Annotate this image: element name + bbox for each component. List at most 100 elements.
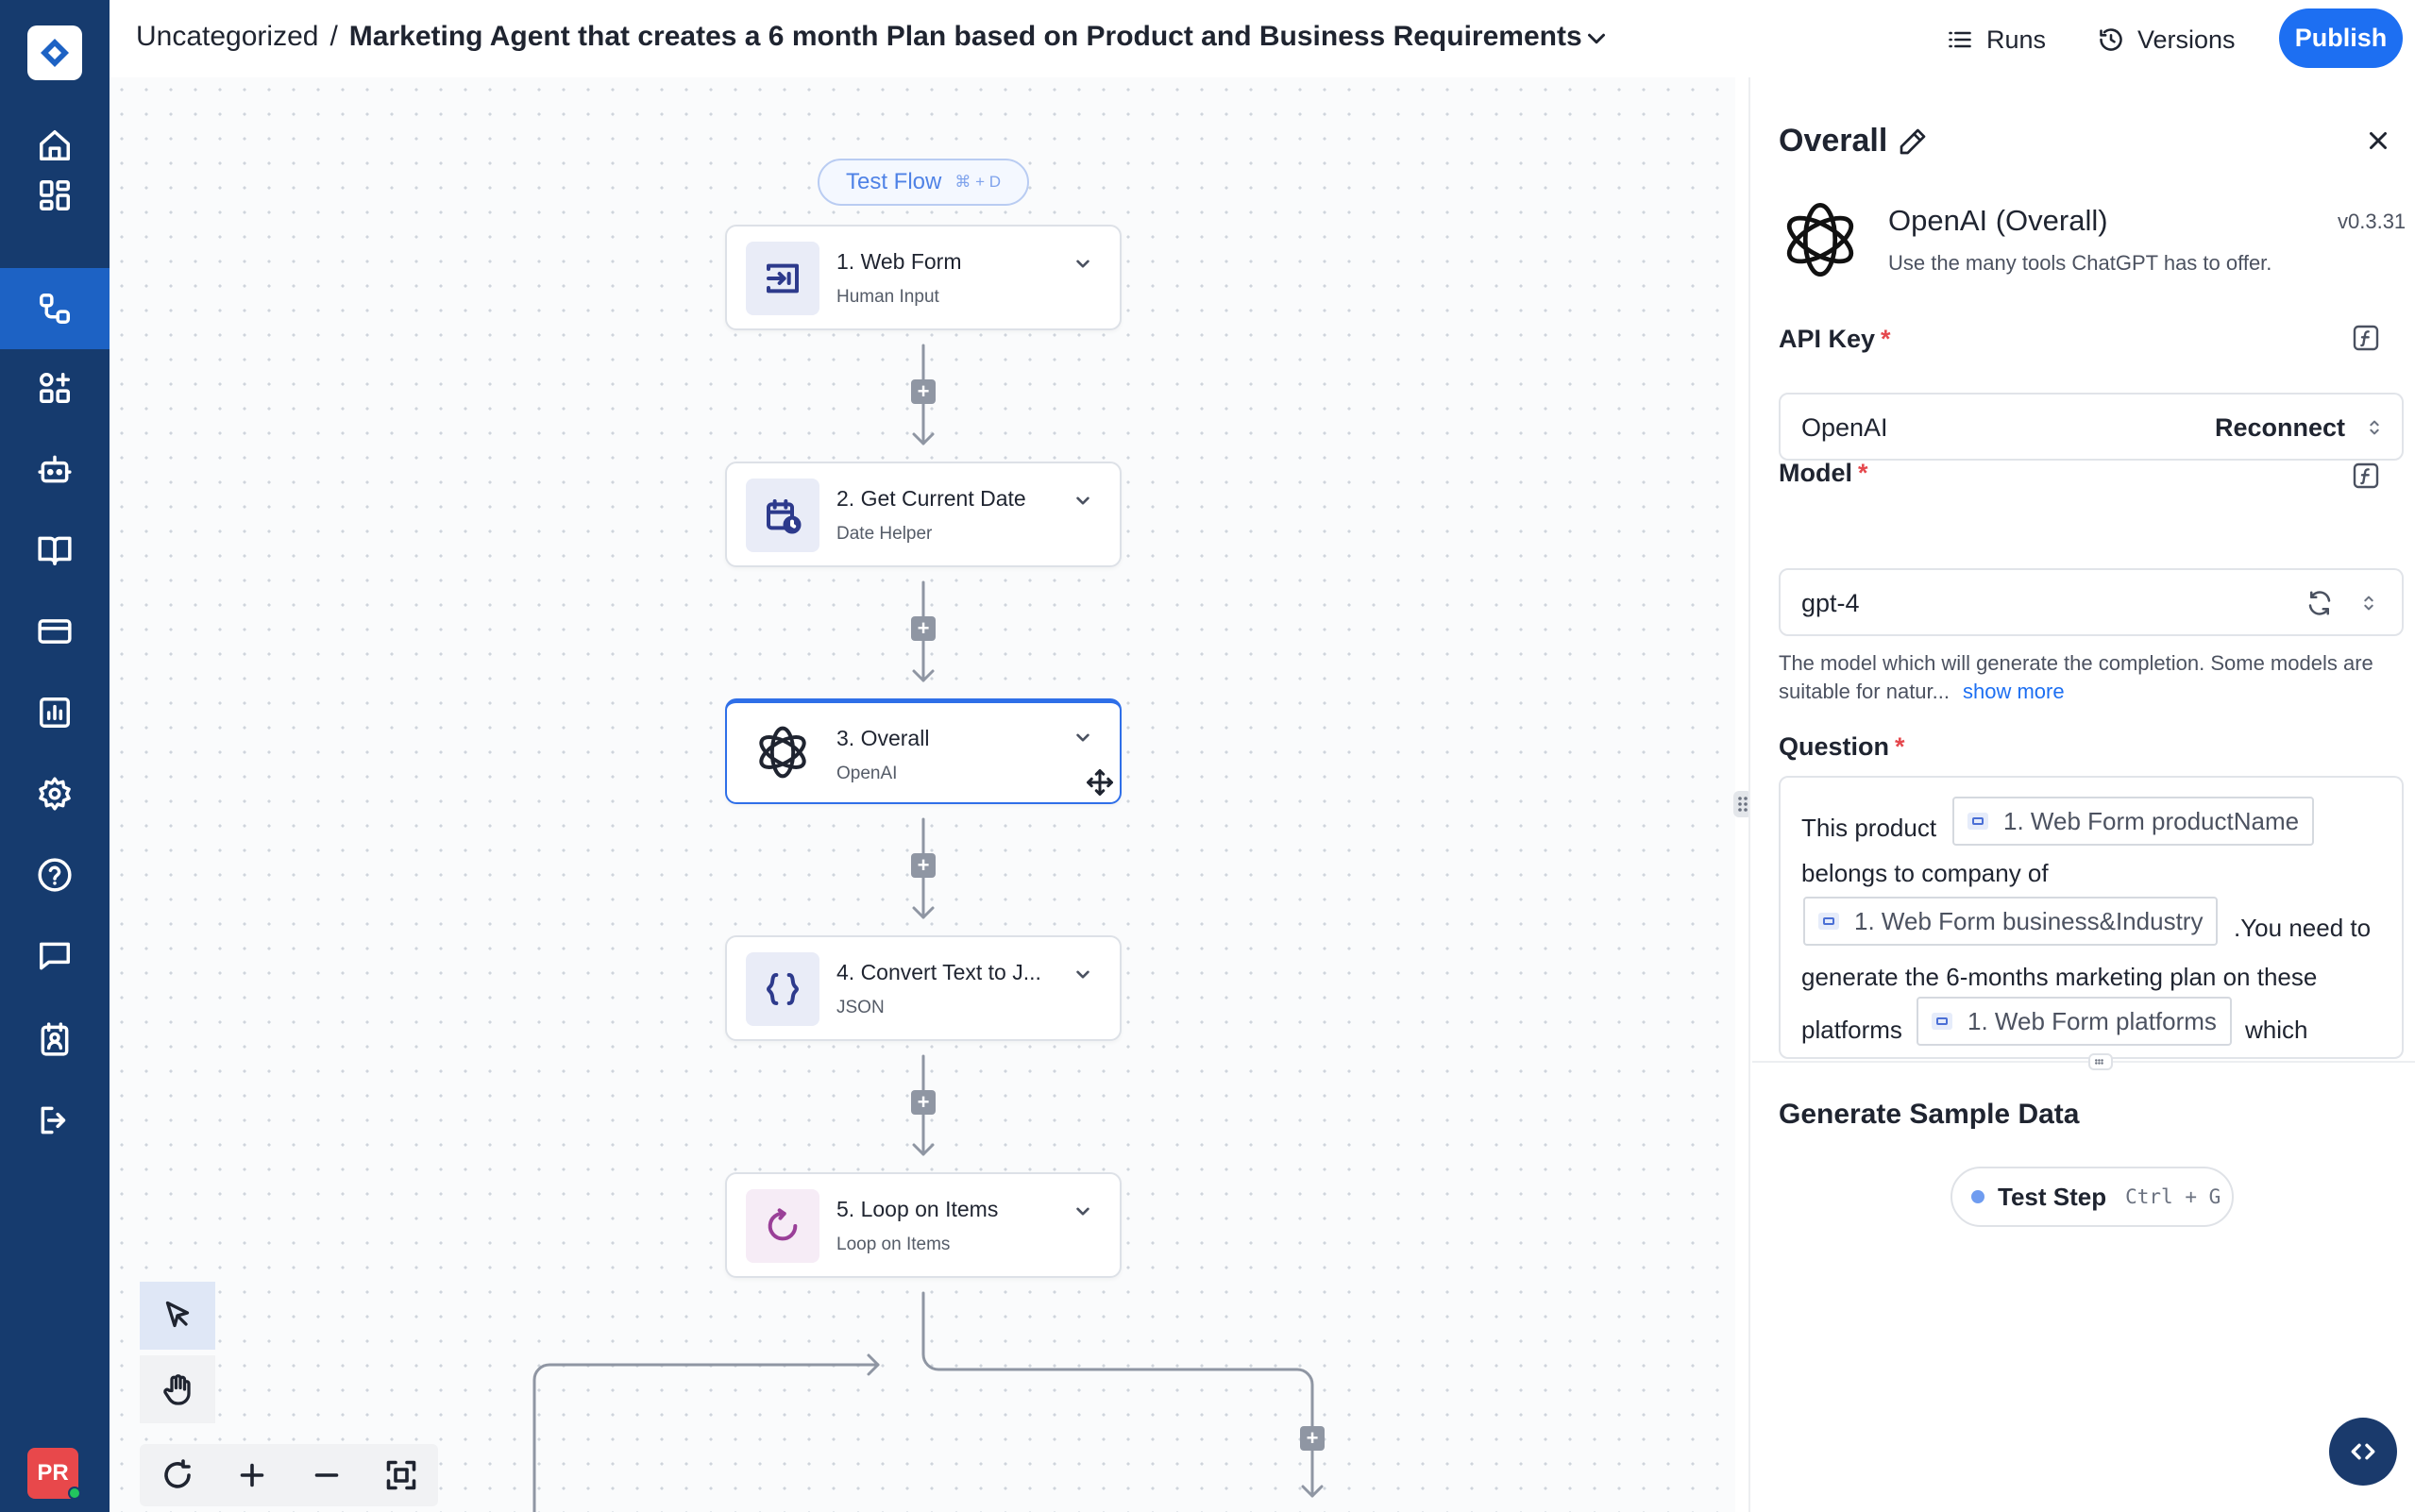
reconnect-button[interactable]: Reconnect [2215,413,2345,443]
analytics-icon [40,697,70,728]
dynamic-value-toggle-icon[interactable] [2351,461,2381,491]
question-text: platforms [1801,1016,1902,1044]
web-form-chip-icon [1818,913,1839,930]
variable-chip[interactable]: 1. Web Form platforms [1917,997,2232,1046]
zoom-in-icon[interactable] [235,1458,269,1492]
sidebar-item-contacts[interactable] [0,999,110,1080]
flow-node-get-current-date[interactable]: 2. Get Current Date Date Helper [725,462,1122,567]
sidebar-item-flows[interactable] [0,268,110,349]
split-resize-handle[interactable] [2088,1053,2113,1070]
flow-node-overall[interactable]: 3. Overall OpenAI [725,698,1122,804]
model-select[interactable]: gpt-4 [1779,568,2404,636]
breadcrumb-category[interactable]: Uncategorized [136,21,318,52]
app-logo[interactable] [27,25,82,80]
sidebar-item-analytics[interactable] [0,672,110,753]
sidebar-item-settings[interactable] [0,753,110,834]
sidebar-item-apps[interactable] [0,347,110,428]
sidebar-item-bots[interactable] [0,428,110,510]
node-chevron-down-icon[interactable] [1071,725,1095,749]
sidebar: PR [0,0,110,1512]
test-step-button[interactable]: Test Step Ctrl + G [1951,1167,2234,1227]
dynamic-value-toggle-icon[interactable] [2351,323,2381,353]
api-key-select[interactable]: OpenAI Reconnect [1779,393,2404,461]
step-settings-panel: Overall OpenAI (Overall) Use the many to… [1748,77,2415,1512]
show-more-link[interactable]: show more [1963,680,2065,703]
question-label: Question * [1779,732,1905,762]
breadcrumb: Uncategorized / Marketing Agent that creat… [136,21,1582,53]
sidebar-item-billing[interactable] [0,591,110,672]
add-step-button[interactable]: + [911,616,936,641]
question-editor[interactable]: This product 1. Web Form productName bel… [1779,776,2404,1059]
refresh-icon[interactable] [2305,589,2334,617]
flow-title[interactable]: Marketing Agent that creates a 6 month P… [349,21,1582,52]
logo-icon [41,39,69,67]
test-flow-button[interactable]: Test Flow ⌘ + D [818,159,1029,206]
api-key-label: API Key * [1779,325,1891,354]
add-step-button[interactable]: + [911,1090,936,1115]
fit-view-icon[interactable] [384,1458,418,1492]
question-text: generate the 6-months marketing plan on … [1801,963,2318,991]
flow-node-convert-text-to-json[interactable]: 4. Convert Text to J... JSON [725,935,1122,1041]
canvas-mode-toolbar [140,1282,215,1431]
history-icon [2100,28,2122,51]
billing-icon [38,619,72,644]
node-subtitle: Human Input [836,287,939,307]
add-step-button[interactable]: + [911,853,936,878]
code-view-button[interactable] [2329,1418,2397,1486]
model-help-text: The model which will generate the comple… [1779,649,2406,706]
apps-icon [40,373,70,403]
select-mode-button[interactable] [140,1282,215,1350]
model-label-text: Model [1779,459,1852,487]
question-text: which [2245,1016,2308,1044]
node-chevron-down-icon[interactable] [1071,1199,1095,1223]
node-chevron-down-icon[interactable] [1071,962,1095,986]
pan-mode-button[interactable] [140,1355,215,1423]
test-step-label: Test Step [1998,1182,2107,1211]
node-chevron-down-icon[interactable] [1071,251,1095,276]
section-divider [1752,1061,2415,1063]
runs-label: Runs [1986,25,2047,54]
close-icon[interactable] [2364,126,2392,155]
publish-button[interactable]: Publish [2279,8,2403,68]
variable-chip-label: 1. Web Form productName [2003,806,2300,835]
zoom-out-icon[interactable] [310,1458,344,1492]
pointer-icon [165,1301,190,1328]
chat-icon [40,942,70,970]
sidebar-item-docs[interactable] [0,510,110,591]
node-title: 4. Convert Text to J... [836,960,1041,984]
book-icon [38,536,72,565]
flow-menu-chevron-icon[interactable] [1582,25,1611,53]
variable-chip[interactable]: 1. Web Form productName [1952,797,2315,846]
reset-view-icon[interactable] [160,1458,194,1492]
contacts-icon [41,1022,69,1056]
add-step-button[interactable]: + [1300,1426,1325,1451]
sidebar-item-chat[interactable] [0,916,110,997]
node-title: 2. Get Current Date [836,486,1026,511]
model-label: Model * [1779,459,1868,488]
node-chevron-down-icon[interactable] [1071,488,1095,512]
node-subtitle: JSON [836,998,885,1017]
chevron-up-down-icon [2370,420,2379,435]
variable-chip[interactable]: 1. Web Form business&Industry [1803,897,2219,946]
logout-icon [41,1106,66,1134]
flow-node-loop-on-items[interactable]: 5. Loop on Items Loop on Items [725,1172,1122,1278]
move-cursor-icon [1086,768,1114,797]
node-title: 5. Loop on Items [836,1197,999,1221]
sidebar-item-logout[interactable] [0,1080,110,1161]
add-step-button[interactable]: + [911,379,936,404]
web-form-icon [746,242,819,315]
web-form-chip-icon [1967,813,1988,830]
flow-node-web-form[interactable]: 1. Web Form Human Input [725,225,1122,330]
variable-chip-label: 1. Web Form business&Industry [1854,906,2204,935]
sidebar-item-help[interactable] [0,834,110,916]
versions-button[interactable]: Versions [2098,19,2236,60]
chevron-up-down-icon [2364,596,2373,611]
sidebar-item-dashboard[interactable] [0,155,110,236]
runs-button[interactable]: Runs [1947,19,2046,60]
question-text: belongs to company of [1801,859,2049,887]
edit-name-pencil-icon[interactable] [1898,126,1928,157]
loop-icon [746,1189,819,1263]
test-step-shortcut: Ctrl + G [2125,1185,2221,1208]
header: Uncategorized / Marketing Agent that creat… [110,0,2415,77]
flows-icon [40,294,70,324]
